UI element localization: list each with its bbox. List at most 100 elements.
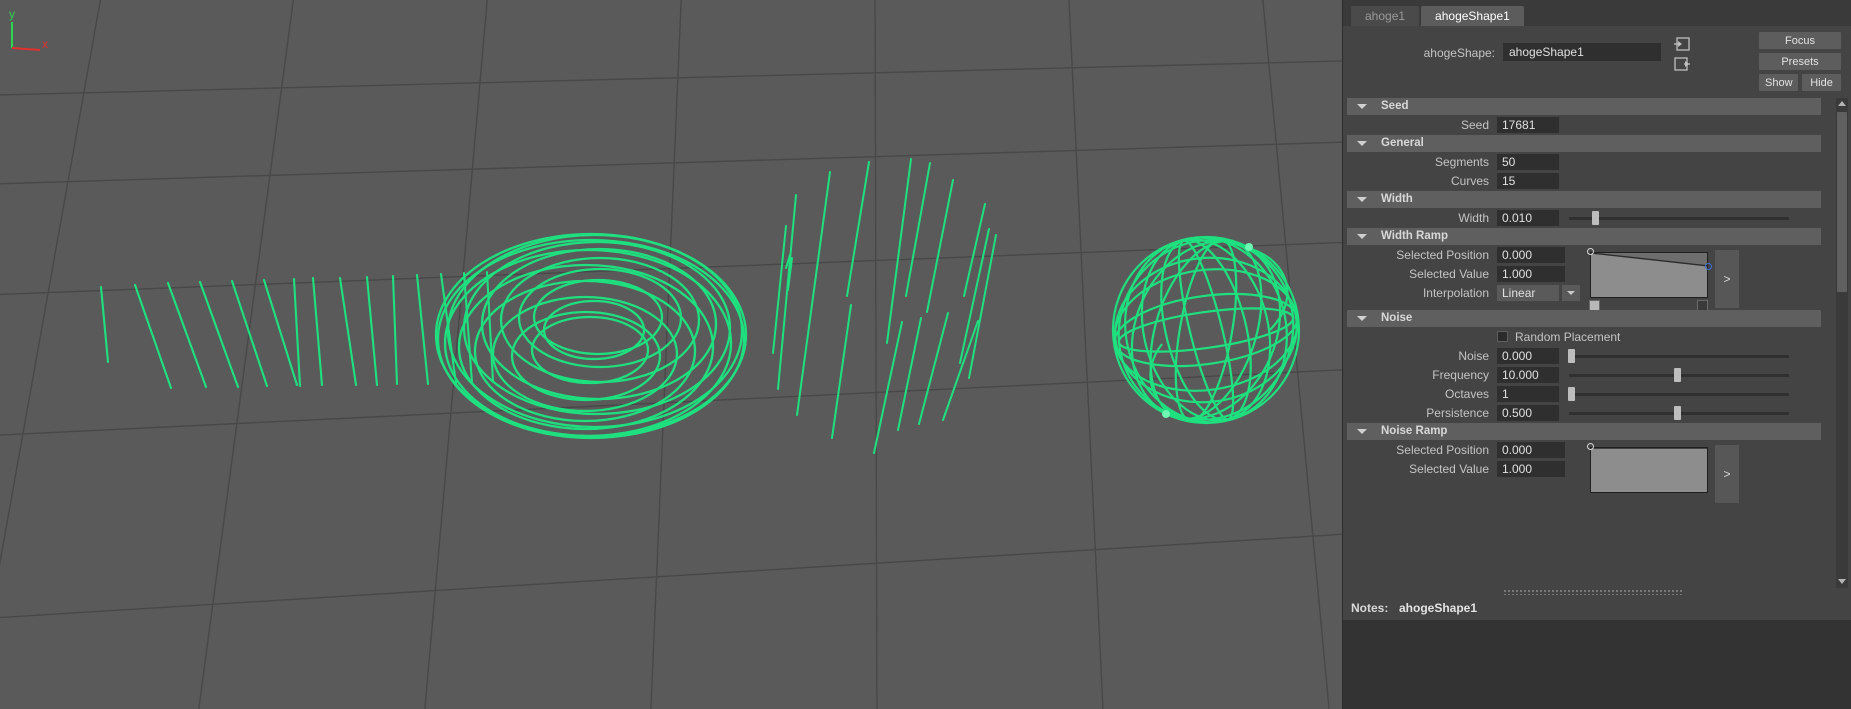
noise-ramp-selected-position-input[interactable] xyxy=(1497,442,1565,458)
section-title: Noise Ramp xyxy=(1381,425,1448,437)
curve-object-lines-scattered xyxy=(772,158,997,454)
width-ramp-selected-position-input[interactable] xyxy=(1497,247,1565,263)
noise-slider[interactable] xyxy=(1568,348,1789,364)
attr-row-random-placement: Random Placement xyxy=(1347,328,1821,347)
attr-row-segments: Segments xyxy=(1347,153,1821,172)
attr-row-width-interp: Interpolation Linear xyxy=(1347,284,1821,303)
width-ramp-interpolation-select[interactable]: Linear xyxy=(1497,285,1559,301)
section-title: Width xyxy=(1381,193,1413,205)
attr-label: Selected Position xyxy=(1396,248,1489,262)
attr-row-curves: Curves xyxy=(1347,172,1821,191)
axis-orientation-gizmo: y x xyxy=(9,7,48,51)
width-ramp-expand-button[interactable]: > xyxy=(1715,250,1739,308)
node-name-input[interactable] xyxy=(1503,43,1661,61)
focus-button[interactable]: Focus xyxy=(1759,32,1841,49)
scrollbar-thumb[interactable] xyxy=(1837,112,1847,292)
notes-row: Notes: ahogeShape1 xyxy=(1343,598,1851,618)
octaves-slider[interactable] xyxy=(1568,386,1789,402)
section-title: Width Ramp xyxy=(1381,230,1448,242)
collapse-triangle-icon xyxy=(1357,234,1367,239)
section-header-seed[interactable]: Seed xyxy=(1347,98,1821,115)
attr-label: Selected Value xyxy=(1409,462,1489,476)
slider-knob[interactable] xyxy=(1673,406,1681,420)
width-ramp-widget[interactable]: > xyxy=(1587,248,1739,311)
attribute-list: Seed Seed General Segments Curves xyxy=(1347,98,1821,505)
persistence-slider[interactable] xyxy=(1569,405,1789,421)
octaves-input[interactable] xyxy=(1497,386,1559,402)
scroll-up-arrow-icon[interactable] xyxy=(1836,98,1848,110)
maya-attribute-editor-window: y x ahoge1 ahogeShape1 ahogeShape: Foc xyxy=(0,0,1851,709)
attr-label: Random Placement xyxy=(1515,330,1621,344)
viewport-3d[interactable]: y x xyxy=(0,0,1342,709)
scroll-down-arrow-icon[interactable] xyxy=(1836,576,1848,588)
tab-ahogeShape1[interactable]: ahogeShape1 xyxy=(1421,6,1524,26)
section-title: General xyxy=(1381,137,1424,149)
hide-button[interactable]: Hide xyxy=(1802,74,1841,91)
tab-bar: ahoge1 ahogeShape1 xyxy=(1343,0,1851,26)
slider-knob[interactable] xyxy=(1673,368,1681,382)
attr-row-seed: Seed xyxy=(1347,116,1821,135)
noise-input[interactable] xyxy=(1497,348,1559,364)
collapse-triangle-icon xyxy=(1357,197,1367,202)
width-ramp-body: Selected Position Selected Value Interpo… xyxy=(1347,246,1821,311)
persistence-input[interactable] xyxy=(1497,405,1559,421)
collapse-triangle-icon xyxy=(1357,104,1367,109)
curve-object-lines-parallel xyxy=(99,270,495,390)
width-ramp-graph[interactable] xyxy=(1590,252,1708,298)
noise-ramp-selected-value-input[interactable] xyxy=(1497,461,1565,477)
noise-ramp-expand-button[interactable]: > xyxy=(1715,445,1739,503)
notes-textarea[interactable] xyxy=(1343,620,1851,709)
attr-label: Persistence xyxy=(1426,406,1489,420)
curves-input[interactable] xyxy=(1497,173,1559,189)
section-header-general[interactable]: General xyxy=(1347,135,1821,152)
attr-label: Width xyxy=(1458,211,1489,225)
attr-row-width-selval: Selected Value xyxy=(1347,265,1821,284)
output-connection-icon[interactable] xyxy=(1674,57,1690,71)
frequency-slider[interactable] xyxy=(1569,367,1789,383)
ramp-curve xyxy=(1591,448,1707,492)
attr-label: Selected Value xyxy=(1409,267,1489,281)
slider-track xyxy=(1569,393,1789,396)
attribute-scrollbar[interactable] xyxy=(1836,98,1848,588)
frequency-input[interactable] xyxy=(1497,367,1559,383)
random-placement-checkbox[interactable] xyxy=(1497,331,1508,342)
ramp-marker-start[interactable] xyxy=(1587,443,1594,450)
collapse-triangle-icon xyxy=(1357,316,1367,321)
width-ramp-selected-value-input[interactable] xyxy=(1497,266,1565,282)
noise-ramp-body: Selected Position Selected Value xyxy=(1347,441,1821,505)
attr-label: Interpolation xyxy=(1422,286,1489,300)
noise-ramp-graph[interactable] xyxy=(1590,447,1708,493)
attr-row-noise-selpos: Selected Position xyxy=(1347,441,1821,460)
section-header-width[interactable]: Width xyxy=(1347,191,1821,208)
panel-resize-grip[interactable] xyxy=(1503,589,1683,595)
slider-knob[interactable] xyxy=(1568,349,1576,363)
attr-row-persistence: Persistence xyxy=(1347,404,1821,423)
segments-input[interactable] xyxy=(1497,154,1559,170)
attr-row-width: Width xyxy=(1347,209,1821,228)
section-title: Noise xyxy=(1381,312,1413,324)
section-header-noise[interactable]: Noise xyxy=(1347,310,1821,327)
attr-row-noise-selval: Selected Value xyxy=(1347,460,1821,479)
attribute-editor-panel: ahoge1 ahogeShape1 ahogeShape: Focus Pre… xyxy=(1342,0,1851,709)
ramp-marker-start[interactable] xyxy=(1587,248,1594,255)
seed-input[interactable] xyxy=(1497,117,1559,133)
slider-knob[interactable] xyxy=(1592,211,1600,225)
presets-button[interactable]: Presets xyxy=(1759,53,1841,70)
input-connection-icon[interactable] xyxy=(1674,37,1690,51)
width-input[interactable] xyxy=(1497,210,1559,226)
chevron-down-icon[interactable] xyxy=(1562,285,1580,301)
attr-label: Octaves xyxy=(1444,387,1489,401)
attribute-scroll-area[interactable]: Seed Seed General Segments Curves xyxy=(1347,98,1837,588)
width-slider[interactable] xyxy=(1569,210,1789,226)
ramp-curve xyxy=(1591,253,1707,297)
slider-knob[interactable] xyxy=(1568,387,1576,401)
section-header-width-ramp[interactable]: Width Ramp xyxy=(1347,228,1821,245)
attr-label: Frequency xyxy=(1432,368,1489,382)
tab-ahoge1[interactable]: ahoge1 xyxy=(1351,6,1420,26)
show-button[interactable]: Show xyxy=(1759,74,1798,91)
noise-ramp-widget[interactable]: > xyxy=(1587,443,1739,503)
show-hide-row: Show Hide xyxy=(1759,74,1841,91)
section-header-noise-ramp[interactable]: Noise Ramp xyxy=(1347,423,1821,440)
ramp-marker-end[interactable] xyxy=(1705,263,1712,270)
attr-label: Noise xyxy=(1458,349,1489,363)
